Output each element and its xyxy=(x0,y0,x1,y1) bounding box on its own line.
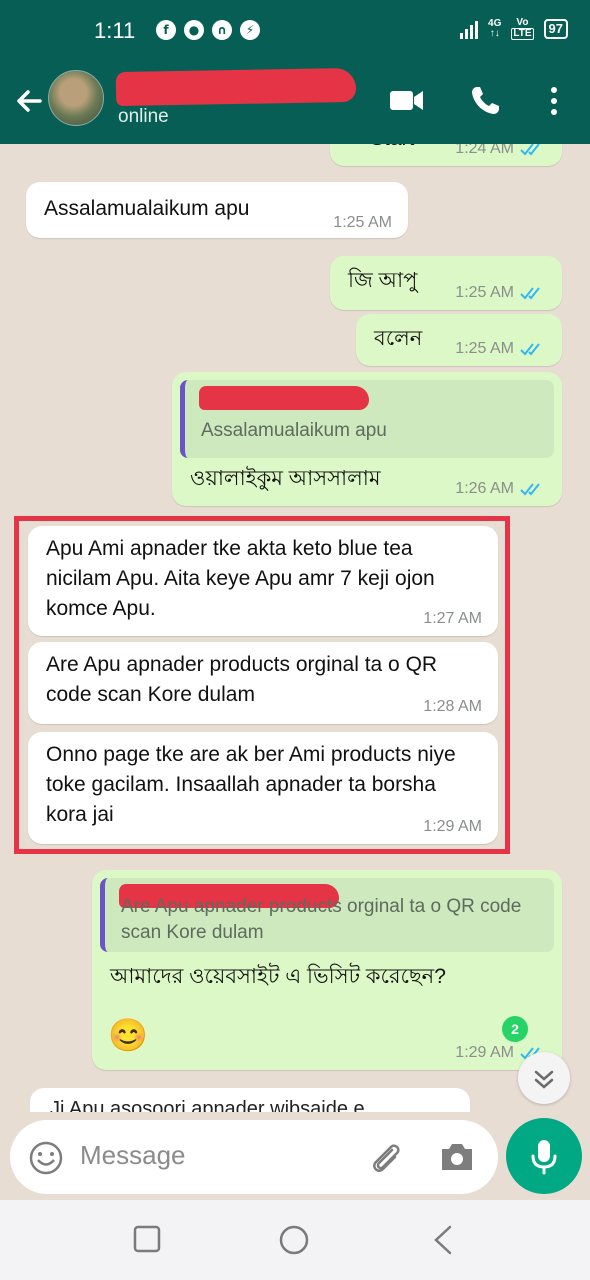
phone-icon xyxy=(472,87,499,114)
scroll-to-bottom-button[interactable] xyxy=(518,1052,570,1104)
message-meta: 1:25 AM xyxy=(333,214,392,232)
message-time: 1:27 AM xyxy=(423,610,482,627)
message-time: 1:25 AM xyxy=(455,284,514,301)
back-arrow-icon xyxy=(17,90,42,112)
back-button[interactable] xyxy=(12,84,46,118)
message-bubble-incoming[interactable]: Are Apu apnader products orginal ta o QR… xyxy=(28,642,498,724)
signal-icon xyxy=(460,19,479,39)
nav-back-button[interactable] xyxy=(430,1224,456,1260)
contact-status: online xyxy=(118,106,169,127)
video-call-icon xyxy=(390,91,423,110)
volte-indicator: Vo LTE xyxy=(511,17,534,40)
message-time: 1:29 AM xyxy=(455,1044,514,1061)
voice-call-button[interactable] xyxy=(468,84,502,122)
microphone-icon xyxy=(531,1140,557,1175)
read-ticks-icon xyxy=(520,343,540,356)
chat-header: online xyxy=(0,64,590,144)
read-ticks-icon xyxy=(520,483,540,496)
message-time: 1:24 AM xyxy=(455,144,514,157)
contact-name-redacted[interactable] xyxy=(115,67,357,107)
notification-icons: f ● ∩ ⚡ xyxy=(156,20,260,40)
quoted-text: Are Apu apnader products orginal ta o QR… xyxy=(121,896,522,943)
recents-button[interactable] xyxy=(132,1224,162,1258)
message-emoji: 😊 xyxy=(108,1017,148,1053)
message-meta: 1:24 AM xyxy=(455,144,546,158)
messenger-icon: ● xyxy=(184,20,204,40)
camera-button[interactable] xyxy=(438,1140,476,1178)
message-list[interactable]: Start 1:24 AM Assalamualaikum apu 1:25 A… xyxy=(0,144,590,1112)
message-meta: 1:25 AM xyxy=(455,340,546,358)
message-bubble-outgoing-reply[interactable]: Assalamualaikum apu ওয়ালাইকুম আসসালাম 1… xyxy=(172,372,562,506)
quoted-sender-redacted xyxy=(199,386,369,410)
status-bar: 1:11 f ● ∩ ⚡ 4G ↑↓ Vo LTE 97 xyxy=(0,0,590,64)
message-bubble-outgoing[interactable]: জি আপু 1:25 AM xyxy=(330,256,562,310)
message-time: 1:28 AM xyxy=(423,698,482,715)
facebook-icon: f xyxy=(156,20,176,40)
network-indicator: 4G ↑↓ xyxy=(488,19,501,39)
volte-top: Vo xyxy=(516,17,529,28)
message-time: 1:29 AM xyxy=(423,818,482,835)
message-time: 1:26 AM xyxy=(455,480,514,497)
message-bubble-outgoing[interactable]: বলেন 1:25 AM xyxy=(356,314,562,366)
message-meta: 1:25 AM xyxy=(455,284,546,302)
message-meta: 1:26 AM xyxy=(455,480,546,498)
status-right-icons: 4G ↑↓ Vo LTE 97 xyxy=(460,18,568,40)
message-meta: 1:29 AM xyxy=(423,818,482,836)
message-bubble-incoming[interactable]: Apu Ami apnader tke akta keto blue tea n… xyxy=(28,526,498,636)
quoted-message[interactable]: Assalamualaikum apu xyxy=(180,380,554,458)
voice-message-button[interactable] xyxy=(506,1118,582,1194)
emoji-icon xyxy=(29,1141,63,1175)
video-call-button[interactable] xyxy=(388,84,426,120)
volte-bottom: LTE xyxy=(511,28,534,40)
messenger-icon: ⚡ xyxy=(240,20,260,40)
message-bubble-incoming[interactable]: Assalamualaikum apu 1:25 AM xyxy=(26,182,408,238)
unread-count-badge: 2 xyxy=(502,1016,528,1042)
attach-button[interactable] xyxy=(366,1138,406,1182)
read-ticks-icon xyxy=(520,287,540,300)
status-time: 1:11 xyxy=(94,18,136,43)
message-bubble-incoming[interactable]: Ji Apu asosoori apnader wibsaide e xyxy=(30,1088,470,1112)
message-input[interactable]: Message xyxy=(80,1140,186,1171)
message-time: 1:25 AM xyxy=(455,340,514,357)
system-navigation-bar xyxy=(0,1200,590,1280)
message-meta: 1:27 AM xyxy=(423,610,482,628)
message-text: Onno page tke are ak ber Ami products ni… xyxy=(46,743,456,826)
network-arrows: ↑↓ xyxy=(489,28,500,39)
message-text: Ji Apu asosoori apnader wibsaide e xyxy=(50,1098,365,1112)
message-text: Apu Ami apnader tke akta keto blue tea n… xyxy=(46,537,435,620)
camera-icon xyxy=(442,1144,472,1170)
headphones-icon: ∩ xyxy=(212,20,232,40)
message-bubble-outgoing-reply[interactable]: Are Apu apnader products orginal ta o QR… xyxy=(92,870,562,1070)
message-meta: 1:28 AM xyxy=(423,698,482,716)
message-text: আমাদের ওয়েবসাইট এ ভিসিট করেছেন? xyxy=(110,965,446,988)
message-bubble-incoming[interactable]: Onno page tke are ak ber Ami products ni… xyxy=(28,732,498,844)
message-bubble-outgoing[interactable]: Start 1:24 AM xyxy=(330,144,562,166)
battery-indicator: 97 xyxy=(543,19,568,39)
more-options-icon xyxy=(551,87,557,115)
message-text: Are Apu apnader products orginal ta o QR… xyxy=(46,653,438,706)
message-time: 1:25 AM xyxy=(333,214,392,231)
double-chevron-down-icon xyxy=(534,1070,554,1089)
contact-avatar[interactable] xyxy=(48,70,104,126)
attach-icon xyxy=(373,1144,400,1172)
message-composer[interactable]: Message xyxy=(10,1120,498,1194)
quoted-text: Assalamualaikum apu xyxy=(201,420,387,441)
home-circle-icon xyxy=(279,1225,309,1255)
back-triangle-icon xyxy=(434,1225,452,1255)
quoted-message[interactable]: Are Apu apnader products orginal ta o QR… xyxy=(100,878,554,952)
read-ticks-icon xyxy=(520,144,540,156)
recents-square-icon xyxy=(133,1225,161,1253)
emoji-button[interactable] xyxy=(28,1140,64,1180)
more-options-button[interactable] xyxy=(544,84,564,122)
home-button[interactable] xyxy=(278,1224,310,1260)
